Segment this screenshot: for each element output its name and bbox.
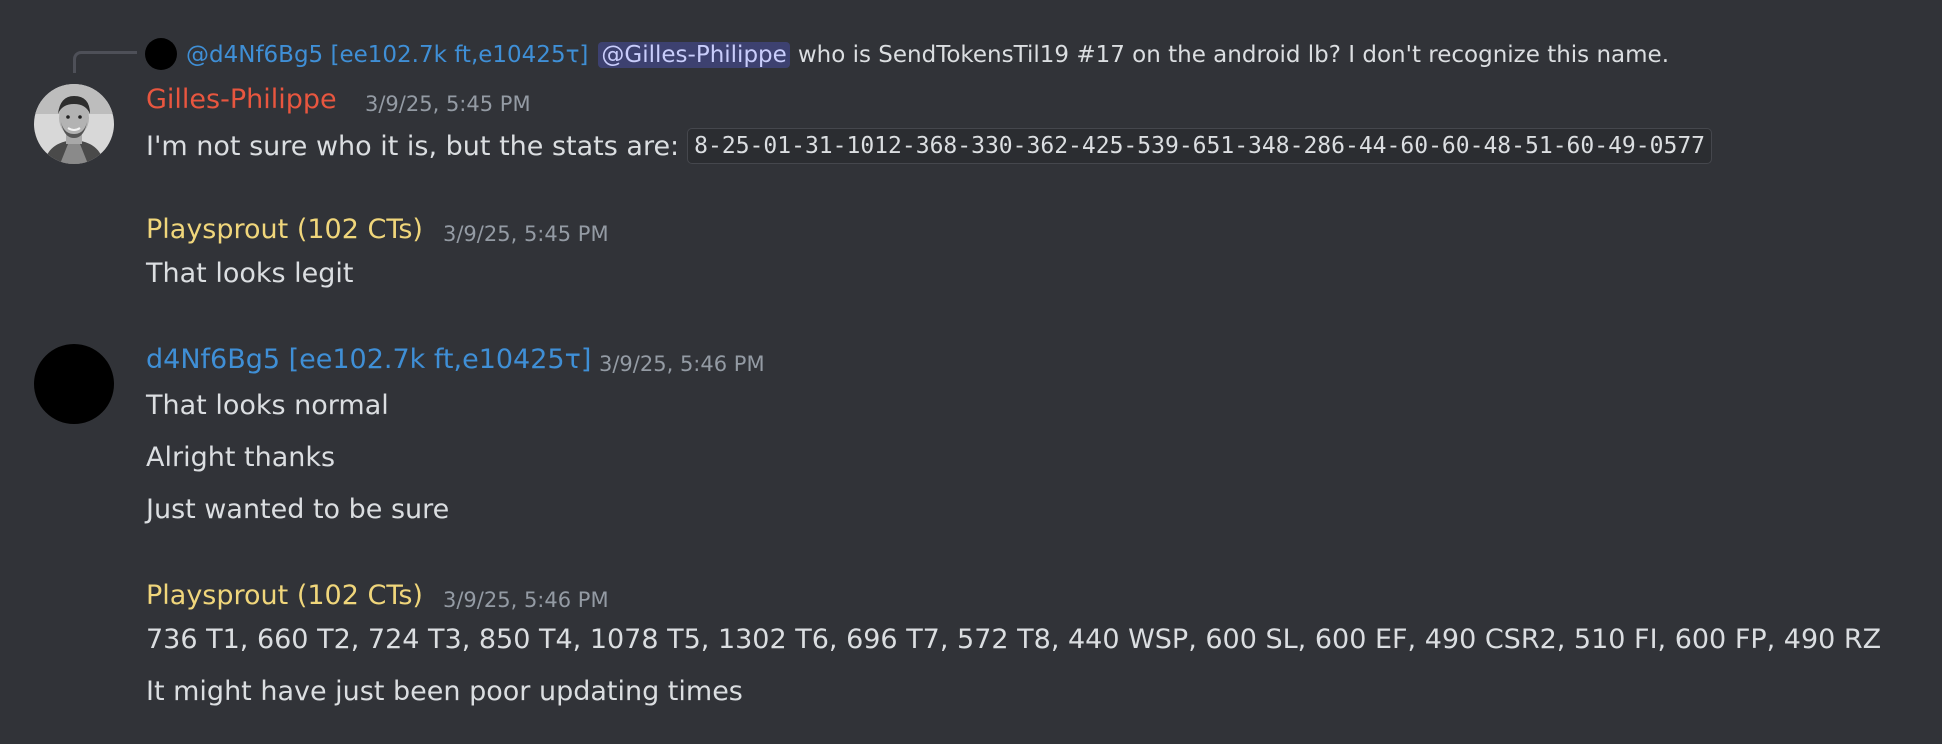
message-line: I'm not sure who it is, but the stats ar… (146, 128, 1713, 164)
message-text: I'm not sure who it is, but the stats ar… (146, 130, 680, 162)
reply-text: who is SendTokensTil19 #17 on the androi… (797, 42, 1670, 68)
message-text: That looks normal (146, 390, 389, 421)
message-author[interactable]: Gilles-Philippe (146, 84, 337, 115)
message-timestamp[interactable]: 3/9/25, 5:46 PM (599, 352, 765, 376)
reply-author[interactable]: @d4Nf6Bg5 [ee102.7k ft,e10425τ] (186, 42, 588, 68)
inline-code: 8-25-01-31-1012-368-330-362-425-539-651-… (687, 128, 1713, 164)
black-circle-avatar-icon[interactable] (34, 344, 114, 424)
message-text: That looks legit (146, 258, 354, 289)
message-timestamp[interactable]: 3/9/25, 5:45 PM (443, 222, 609, 246)
reply-connector-line (73, 51, 137, 73)
message-text: Just wanted to be sure (146, 494, 450, 525)
message-timestamp[interactable]: 3/9/25, 5:46 PM (443, 588, 609, 612)
message-text: Alright thanks (146, 442, 336, 473)
message-author[interactable]: Playsprout (102 CTs) (146, 214, 423, 245)
reply-mention[interactable]: @Gilles-Philippe (598, 42, 790, 68)
message-author[interactable]: Playsprout (102 CTs) (146, 580, 423, 611)
message-text: 736 T1, 660 T2, 724 T3, 850 T4, 1078 T5,… (146, 624, 1882, 655)
profile-photo-avatar-icon (34, 84, 114, 164)
reply-avatar-icon[interactable] (145, 38, 177, 70)
message-text: It might have just been poor updating ti… (146, 676, 743, 707)
gilles-philippe-avatar[interactable] (34, 84, 114, 164)
reply-preview[interactable]: @d4Nf6Bg5 [ee102.7k ft,e10425τ] @Gilles-… (186, 37, 1669, 73)
message-author[interactable]: d4Nf6Bg5 [ee102.7k ft,e10425τ] (146, 344, 591, 375)
message-timestamp[interactable]: 3/9/25, 5:45 PM (365, 92, 531, 116)
